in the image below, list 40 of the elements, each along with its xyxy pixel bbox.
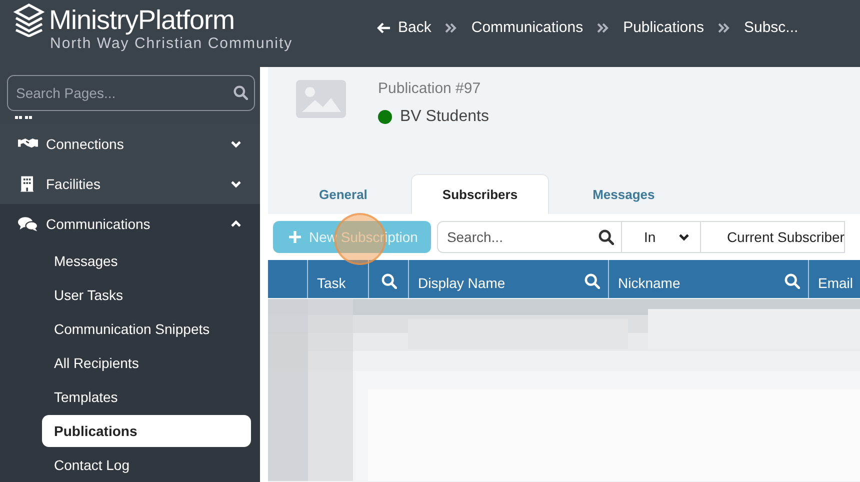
nav-item[interactable]: Contact Log: [42, 448, 251, 482]
search-icon: [598, 229, 614, 245]
breadcrumb-link[interactable]: Subsc...: [744, 19, 798, 36]
image-placeholder-icon: [296, 80, 346, 118]
search-pages-field[interactable]: Search Pages...: [14, 84, 233, 102]
column-header[interactable]: Email: [808, 260, 860, 298]
double-chevron-icon: [718, 22, 730, 32]
column-header[interactable]: Display Name: [408, 260, 608, 298]
nav-item[interactable]: Templates: [42, 380, 251, 414]
search-field[interactable]: Search...: [444, 228, 598, 246]
back-link[interactable]: Back: [377, 19, 432, 36]
filter-value-dropdown[interactable]: Current Subscriber: [700, 222, 844, 252]
tab[interactable]: General: [275, 174, 412, 214]
nav-item[interactable]: Messages: [42, 244, 251, 278]
search-icon: [381, 273, 397, 289]
chat-bubbles-icon: [18, 215, 38, 233]
column-header[interactable]: Task: [307, 260, 368, 298]
column-header[interactable]: Nickname: [608, 260, 808, 298]
operator-dropdown[interactable]: In: [622, 222, 701, 252]
breadcrumb-link[interactable]: Communications: [471, 19, 584, 36]
app-logo-text: MinistryPlatform: [49, 4, 235, 36]
organization-name: North Way Christian Community: [50, 35, 294, 52]
tab[interactable]: Messages: [548, 174, 699, 214]
stack-logo-icon: [13, 3, 45, 37]
nav-item[interactable]: All Recipients: [42, 346, 251, 380]
record-label: Publication #97: [378, 80, 482, 97]
record-name: BV Students: [400, 108, 489, 126]
nav-item[interactable]: User Tasks: [42, 278, 251, 312]
nav-item[interactable]: Publications: [42, 415, 251, 447]
chevron-down-icon: [678, 231, 690, 243]
breadcrumb-link[interactable]: Publications: [623, 19, 704, 36]
double-chevron-icon: [597, 22, 610, 32]
back-arrow-icon: [377, 22, 391, 34]
tab[interactable]: Subscribers: [411, 174, 549, 214]
search-icon: [233, 85, 248, 100]
search-pages-field[interactable]: Search Pages...: [7, 75, 255, 111]
grid-icon: [15, 114, 33, 120]
plus-icon: [288, 230, 302, 244]
double-chevron-icon: [445, 22, 458, 32]
nav-item[interactable]: Communication Snippets: [42, 312, 251, 346]
